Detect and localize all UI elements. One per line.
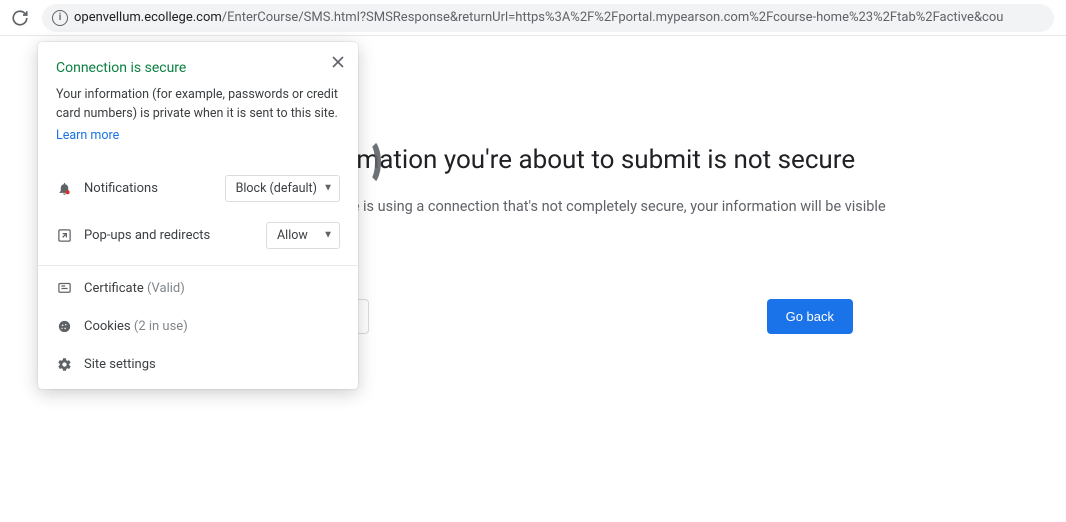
popup-icon [56, 227, 72, 243]
permission-label: Pop-ups and redirects [84, 228, 210, 243]
cookies-row[interactable]: Cookies (2 in use) [38, 308, 358, 346]
permission-popups: Pop-ups and redirects Allow ▼ [38, 212, 358, 259]
close-button[interactable] [328, 52, 348, 72]
close-icon [332, 56, 344, 68]
go-back-button[interactable]: Go back [767, 299, 853, 334]
certificate-row[interactable]: Certificate (Valid) [38, 270, 358, 308]
chevron-down-icon: ▼ [323, 183, 333, 194]
notifications-select[interactable]: Block (default) ▼ [225, 175, 340, 202]
url-path: /EnterCourse/SMS.html?SMSResponse&return… [222, 10, 1004, 25]
gear-icon [56, 357, 72, 373]
chevron-down-icon: ▼ [323, 230, 333, 241]
permission-notifications: Notifications Block (default) ▼ [38, 165, 358, 212]
url-host: openvellum.ecollege.com [74, 10, 222, 25]
permission-label: Notifications [84, 181, 158, 196]
certificate-icon [56, 281, 72, 297]
popups-select[interactable]: Allow ▼ [266, 222, 340, 249]
reload-icon [11, 9, 29, 27]
warning-triangle-icon [357, 138, 381, 186]
site-info-icon[interactable]: i [52, 10, 68, 26]
cookie-icon [56, 319, 72, 335]
learn-more-link[interactable]: Learn more [56, 128, 119, 143]
site-info-popover: Connection is secure Your information (f… [38, 42, 358, 389]
address-bar[interactable]: i openvellum.ecollege.com/EnterCourse/SM… [42, 4, 1054, 32]
reload-button[interactable] [8, 6, 32, 30]
divider [38, 265, 358, 266]
site-settings-row[interactable]: Site settings [38, 346, 358, 389]
browser-toolbar: i openvellum.ecollege.com/EnterCourse/SM… [0, 0, 1066, 36]
connection-status-title: Connection is secure [56, 60, 340, 76]
connection-description: Your information (for example, passwords… [56, 86, 340, 124]
bell-icon [56, 180, 72, 196]
